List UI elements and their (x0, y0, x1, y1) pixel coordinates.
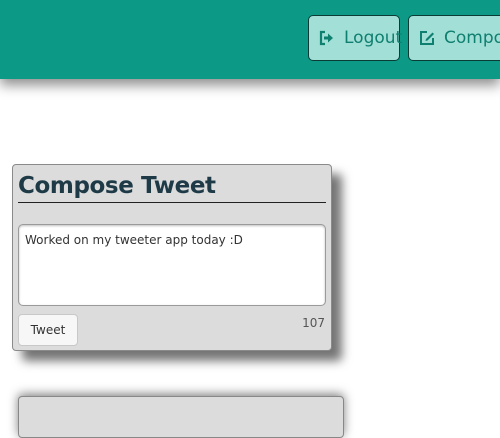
sign-out-icon (318, 29, 336, 47)
logout-label: Logout (344, 28, 403, 48)
compose-button[interactable]: Compose (408, 15, 500, 61)
edit-icon (418, 29, 436, 47)
next-panel (18, 396, 344, 438)
tweet-button[interactable]: Tweet (18, 314, 78, 346)
compose-title: Compose Tweet (18, 171, 326, 203)
tweet-textarea[interactable]: Worked on my tweeter app today :D (18, 224, 326, 306)
compose-label: Compose (444, 28, 500, 48)
top-navbar: Logout Compose (0, 0, 500, 79)
compose-tweet-panel: Compose Tweet Worked on my tweeter app t… (12, 164, 332, 351)
logout-button[interactable]: Logout (308, 15, 403, 61)
char-counter: 107 (302, 316, 325, 330)
